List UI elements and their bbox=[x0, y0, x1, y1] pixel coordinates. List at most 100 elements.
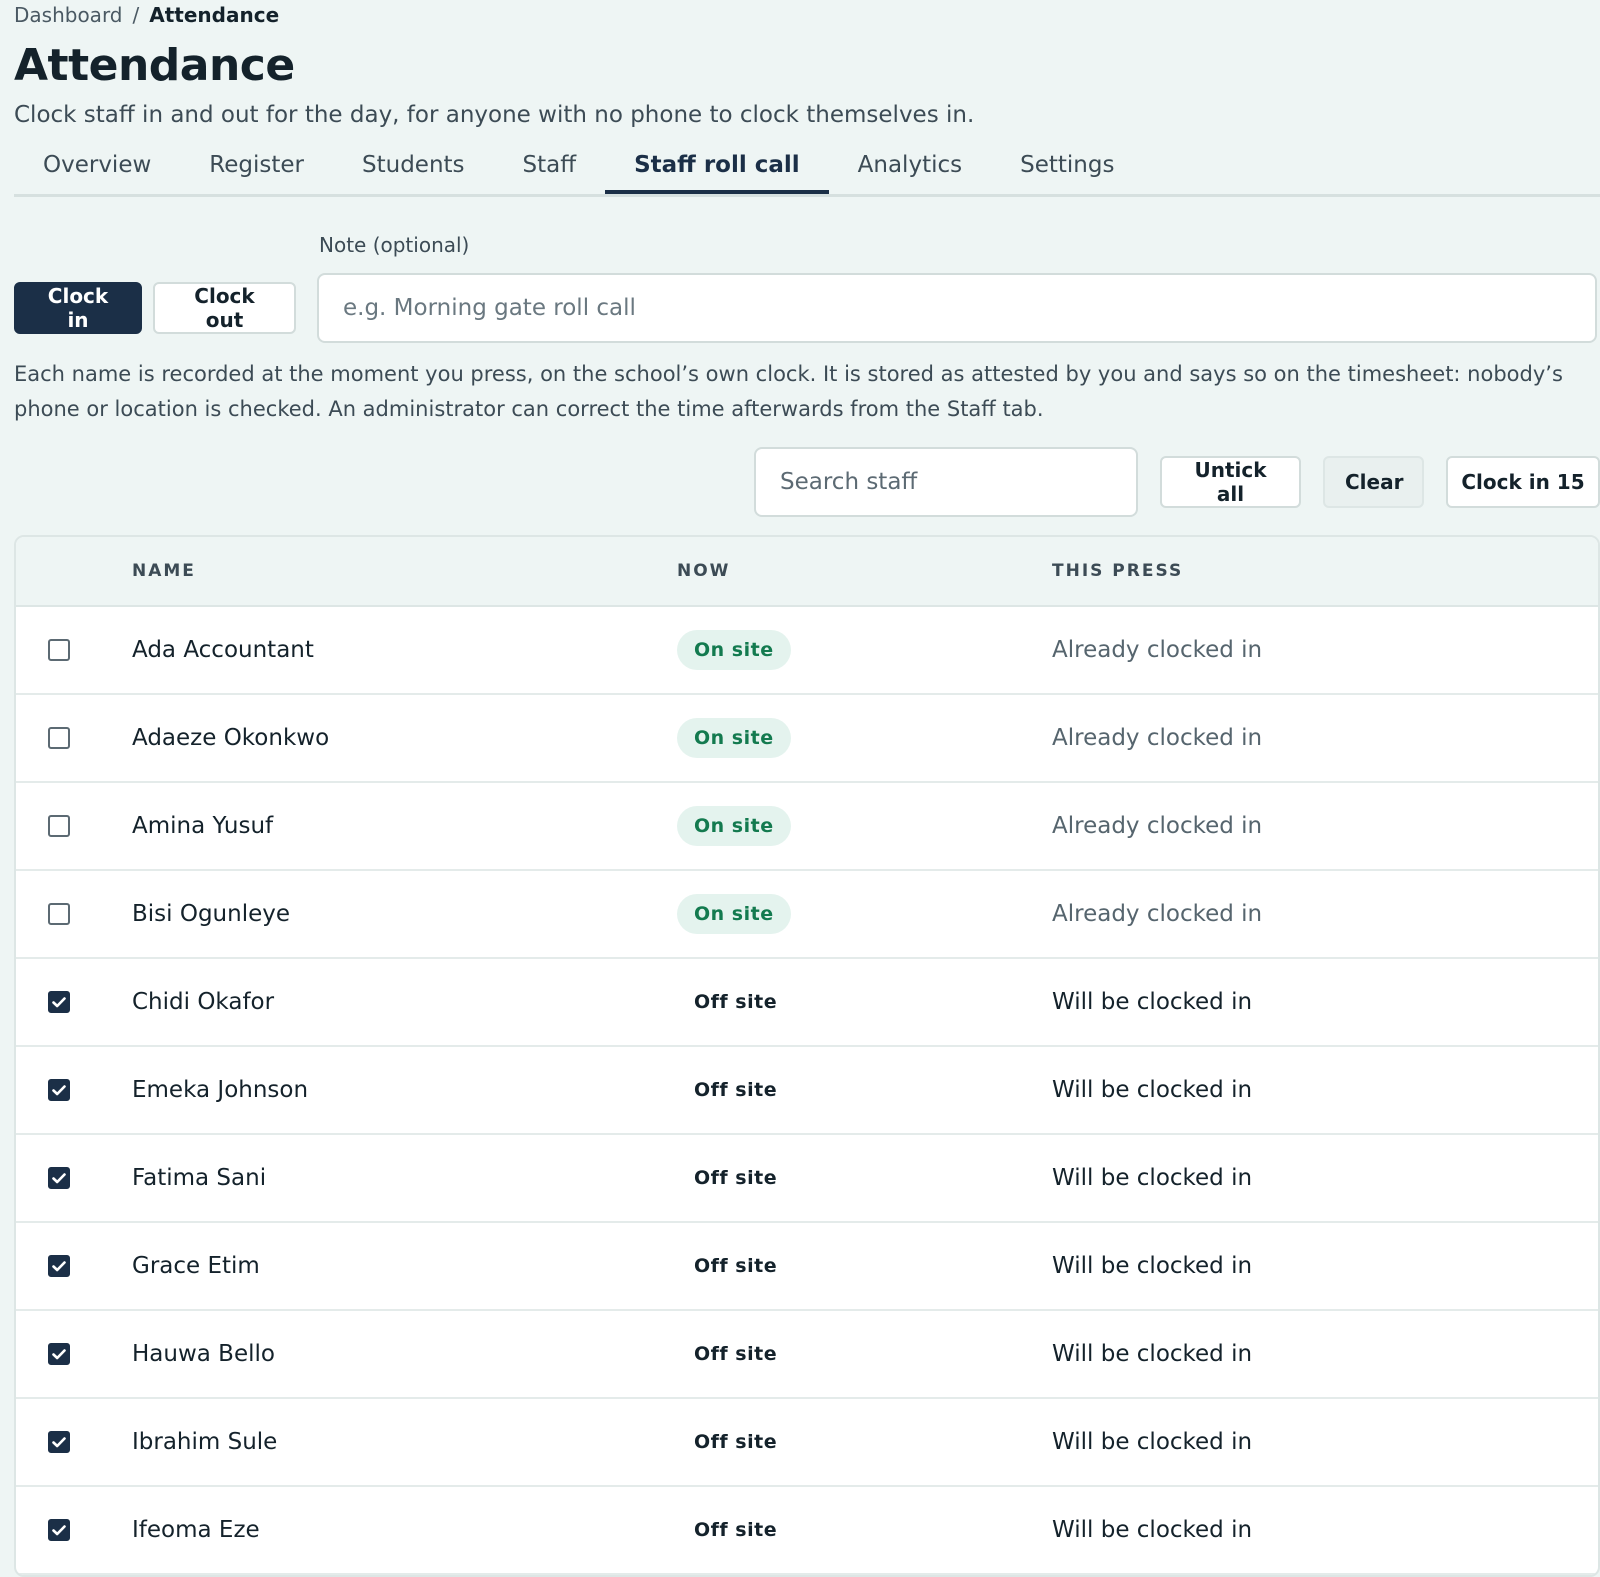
tab-register[interactable]: Register bbox=[180, 138, 333, 194]
row-checkbox-checked[interactable] bbox=[48, 1167, 70, 1189]
clock-in-selected-button[interactable]: Clock in 15 bbox=[1446, 456, 1600, 508]
status-badge: Off site bbox=[694, 991, 778, 1013]
status-badge: Off site bbox=[694, 1343, 778, 1365]
row-check-cell bbox=[16, 815, 132, 837]
clock-out-mode-button[interactable]: Clock out bbox=[153, 282, 296, 334]
this-press-status: Will be clocked in bbox=[1052, 989, 1253, 1015]
row-check-cell bbox=[16, 1167, 132, 1189]
checkmark-icon bbox=[52, 1436, 66, 1447]
note-label: Note (optional) bbox=[319, 233, 470, 257]
staff-name: Ifeoma Eze bbox=[132, 1517, 260, 1543]
status-badge: On site bbox=[677, 630, 791, 670]
staff-name: Ada Accountant bbox=[132, 637, 314, 663]
now-cell: Off site bbox=[677, 1246, 1052, 1286]
clear-button[interactable]: Clear bbox=[1323, 456, 1424, 508]
status-badge: On site bbox=[677, 894, 791, 934]
now-cell: Off site bbox=[677, 1158, 1052, 1198]
header-name: NAME bbox=[132, 561, 196, 581]
table-header: NAME NOW THIS PRESS bbox=[16, 537, 1598, 607]
checkmark-icon bbox=[52, 1348, 66, 1359]
now-cell: Off site bbox=[677, 982, 1052, 1022]
row-check-cell bbox=[16, 639, 132, 661]
this-press-status: Will be clocked in bbox=[1052, 1253, 1253, 1279]
breadcrumb-dashboard-link[interactable]: Dashboard bbox=[14, 3, 123, 27]
table-row: Emeka Johnson Off site Will be clocked in bbox=[16, 1047, 1598, 1135]
row-check-cell bbox=[16, 1255, 132, 1277]
table-row: Grace Etim Off site Will be clocked in bbox=[16, 1223, 1598, 1311]
table-row: Amina Yusuf On site Already clocked in bbox=[16, 783, 1598, 871]
now-cell: On site bbox=[677, 718, 1052, 758]
row-checkbox-checked[interactable] bbox=[48, 991, 70, 1013]
row-checkbox-checked[interactable] bbox=[48, 1519, 70, 1541]
staff-name: Chidi Okafor bbox=[132, 989, 275, 1015]
note-input[interactable] bbox=[317, 273, 1597, 343]
info-text: Each name is recorded at the moment you … bbox=[14, 362, 1563, 421]
this-press-status: Will be clocked in bbox=[1052, 1341, 1253, 1367]
tab-overview[interactable]: Overview bbox=[14, 138, 180, 194]
staff-name: Grace Etim bbox=[132, 1253, 260, 1279]
row-checkbox-checked[interactable] bbox=[48, 1079, 70, 1101]
table-row: Fatima Sani Off site Will be clocked in bbox=[16, 1135, 1598, 1223]
staff-name: Emeka Johnson bbox=[132, 1077, 309, 1103]
tab-staff-roll-call[interactable]: Staff roll call bbox=[605, 138, 829, 194]
row-checkbox-checked[interactable] bbox=[48, 1343, 70, 1365]
status-badge: Off site bbox=[694, 1519, 778, 1541]
checkmark-icon bbox=[52, 1172, 66, 1183]
tab-students[interactable]: Students bbox=[333, 138, 494, 194]
breadcrumb: Dashboard / Attendance bbox=[14, 0, 1600, 30]
this-press-status: Already clocked in bbox=[1052, 813, 1263, 839]
now-cell: Off site bbox=[677, 1422, 1052, 1462]
breadcrumb-current: Attendance bbox=[149, 3, 280, 27]
header-this-press: THIS PRESS bbox=[1052, 561, 1184, 581]
status-badge: On site bbox=[677, 718, 791, 758]
tab-bar: Overview Register Students Staff Staff r… bbox=[14, 138, 1600, 197]
now-cell: On site bbox=[677, 894, 1052, 934]
table-row: Chidi Okafor Off site Will be clocked in bbox=[16, 959, 1598, 1047]
row-check-cell bbox=[16, 1079, 132, 1101]
staff-name: Ibrahim Sule bbox=[132, 1429, 278, 1455]
table-row: Bisi Ogunleye On site Already clocked in bbox=[16, 871, 1598, 959]
now-cell: Off site bbox=[677, 1334, 1052, 1374]
search-staff-input[interactable] bbox=[754, 447, 1138, 517]
staff-name: Fatima Sani bbox=[132, 1165, 267, 1191]
tab-staff[interactable]: Staff bbox=[494, 138, 606, 194]
untick-all-button[interactable]: Untick all bbox=[1160, 456, 1301, 508]
table-row: Ada Accountant On site Already clocked in bbox=[16, 607, 1598, 695]
page-subtitle: Clock staff in and out for the day, for … bbox=[14, 102, 975, 128]
checkmark-icon bbox=[52, 996, 66, 1007]
clock-controls: Clock in Clock out bbox=[14, 273, 1600, 343]
status-badge: On site bbox=[677, 806, 791, 846]
clock-in-mode-button[interactable]: Clock in bbox=[14, 282, 142, 334]
this-press-status: Already clocked in bbox=[1052, 637, 1263, 663]
header-now: NOW bbox=[677, 561, 731, 581]
checkmark-icon bbox=[52, 1084, 66, 1095]
table-row: Ibrahim Sule Off site Will be clocked in bbox=[16, 1399, 1598, 1487]
status-badge: Off site bbox=[694, 1431, 778, 1453]
row-checkbox-checked[interactable] bbox=[48, 1255, 70, 1277]
row-checkbox[interactable] bbox=[48, 815, 70, 837]
row-checkbox[interactable] bbox=[48, 639, 70, 661]
status-badge: Off site bbox=[694, 1167, 778, 1189]
row-checkbox[interactable] bbox=[48, 727, 70, 749]
row-check-cell bbox=[16, 1431, 132, 1453]
row-checkbox-checked[interactable] bbox=[48, 1431, 70, 1453]
staff-name: Bisi Ogunleye bbox=[132, 901, 291, 927]
row-check-cell bbox=[16, 1343, 132, 1365]
this-press-status: Will be clocked in bbox=[1052, 1077, 1253, 1103]
checkmark-icon bbox=[52, 1524, 66, 1535]
status-badge: Off site bbox=[694, 1255, 778, 1277]
tab-settings[interactable]: Settings bbox=[991, 138, 1143, 194]
page-title: Attendance bbox=[14, 40, 295, 91]
row-checkbox[interactable] bbox=[48, 903, 70, 925]
row-check-cell bbox=[16, 727, 132, 749]
staff-name: Adaeze Okonkwo bbox=[132, 725, 330, 751]
breadcrumb-separator: / bbox=[132, 3, 140, 27]
now-cell: On site bbox=[677, 806, 1052, 846]
tab-analytics[interactable]: Analytics bbox=[829, 138, 991, 194]
staff-name: Hauwa Bello bbox=[132, 1341, 275, 1367]
table-row: Hauwa Bello Off site Will be clocked in bbox=[16, 1311, 1598, 1399]
checkmark-icon bbox=[52, 1260, 66, 1271]
row-check-cell bbox=[16, 1519, 132, 1541]
attendance-page: Dashboard / Attendance Attendance Clock st… bbox=[0, 0, 1600, 1577]
staff-table: NAME NOW THIS PRESS Ada Accountant On sit… bbox=[14, 535, 1600, 1577]
